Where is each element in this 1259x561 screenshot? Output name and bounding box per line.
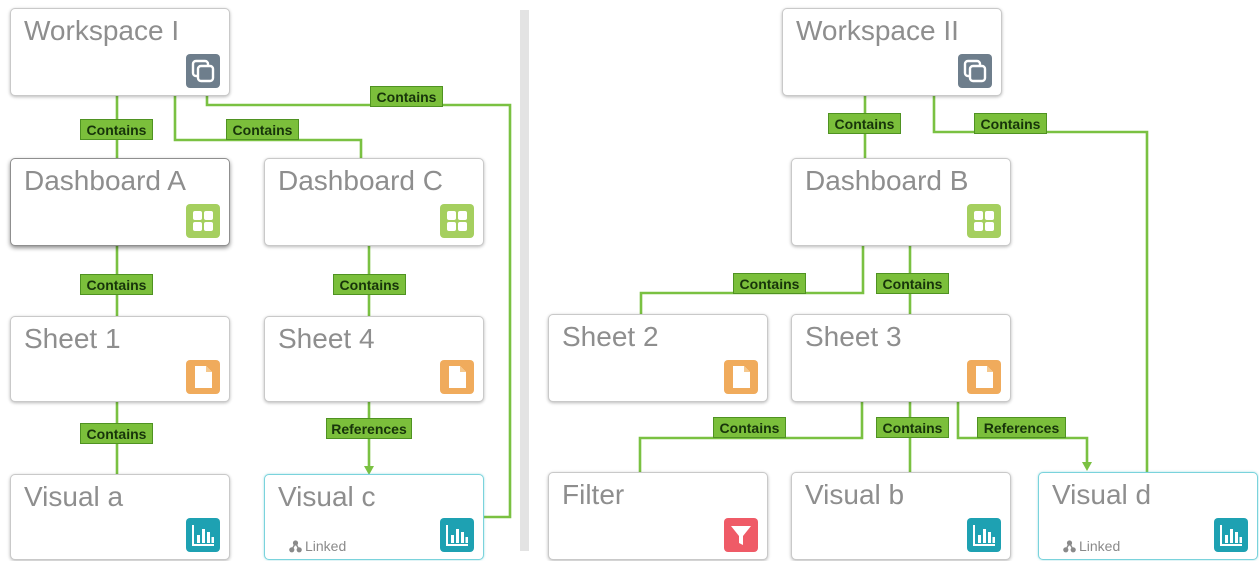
- linked-badge: Linked: [1063, 538, 1120, 554]
- dashboard-icon: [967, 204, 1001, 238]
- workspace-icon: [186, 54, 220, 88]
- sheet-icon: [186, 360, 220, 394]
- node-title: Dashboard A: [24, 165, 186, 196]
- visual-chart-icon: [440, 518, 474, 552]
- node-sheet-2[interactable]: Sheet 2: [548, 314, 768, 402]
- edge-label-contains: Contains: [226, 119, 299, 140]
- node-title: Workspace II: [796, 15, 959, 46]
- node-sheet-1[interactable]: Sheet 1: [10, 316, 230, 402]
- node-visual-d[interactable]: Visual d Linked: [1038, 472, 1258, 560]
- node-title: Visual c: [278, 481, 376, 512]
- node-sheet-4[interactable]: Sheet 4: [264, 316, 484, 402]
- visual-chart-icon: [967, 518, 1001, 552]
- node-title: Visual a: [24, 481, 124, 512]
- node-workspace-1[interactable]: Workspace I: [10, 8, 230, 96]
- node-title: Sheet 3: [805, 321, 902, 352]
- node-dashboard-b[interactable]: Dashboard B: [791, 158, 1011, 246]
- sheet-icon: [440, 360, 474, 394]
- node-filter[interactable]: Filter: [548, 472, 768, 560]
- node-title: Filter: [562, 479, 625, 510]
- sheet-icon: [724, 360, 758, 394]
- edge-label-contains: Contains: [370, 86, 443, 107]
- node-title: Sheet 2: [562, 321, 659, 352]
- link-nodes-icon: [289, 540, 302, 553]
- filter-icon: [724, 518, 758, 552]
- node-dashboard-c[interactable]: Dashboard C: [264, 158, 484, 246]
- node-title: Sheet 1: [24, 323, 121, 354]
- arrowhead-visual-d: [1082, 462, 1092, 471]
- lineage-diagram: Contains Contains Contains Contains Contains…: [0, 0, 1259, 561]
- node-title: Visual d: [1052, 479, 1152, 510]
- edge-label-contains: Contains: [733, 273, 806, 294]
- visual-chart-icon: [1214, 518, 1248, 552]
- node-sheet-3[interactable]: Sheet 3: [791, 314, 1011, 402]
- node-title: Workspace I: [24, 15, 180, 46]
- link-nodes-icon: [1063, 540, 1076, 553]
- edge-label-contains: Contains: [876, 273, 949, 294]
- dashboard-icon: [186, 204, 220, 238]
- edge-label-contains: Contains: [333, 274, 406, 295]
- edge-label-contains: Contains: [80, 274, 153, 295]
- edge-label-references: References: [977, 417, 1066, 438]
- visual-chart-icon: [186, 518, 220, 552]
- node-workspace-2[interactable]: Workspace II: [782, 8, 1002, 96]
- edge-label-contains: Contains: [713, 417, 786, 438]
- edge-label-contains: Contains: [80, 119, 153, 140]
- linked-badge: Linked: [289, 538, 346, 554]
- edge-workspace-2-to-visual-d: [932, 96, 1149, 472]
- edge-label-references: References: [326, 418, 412, 439]
- node-title: Dashboard B: [805, 165, 969, 196]
- linked-label: Linked: [305, 538, 347, 554]
- node-dashboard-a[interactable]: Dashboard A: [10, 158, 230, 246]
- edge-label-contains: Contains: [828, 113, 901, 134]
- node-visual-a[interactable]: Visual a: [10, 474, 230, 560]
- node-visual-c[interactable]: Visual c Linked: [264, 474, 484, 560]
- edge-label-contains: Contains: [80, 423, 153, 444]
- linked-label: Linked: [1079, 538, 1121, 554]
- sheet-icon: [967, 360, 1001, 394]
- workspace-icon: [958, 54, 992, 88]
- node-title: Visual b: [805, 479, 905, 510]
- node-visual-b[interactable]: Visual b: [791, 472, 1011, 560]
- dashboard-icon: [440, 204, 474, 238]
- edge-label-contains: Contains: [974, 113, 1047, 134]
- edge-label-contains: Contains: [876, 417, 949, 438]
- node-title: Sheet 4: [278, 323, 375, 354]
- node-title: Dashboard C: [278, 165, 443, 196]
